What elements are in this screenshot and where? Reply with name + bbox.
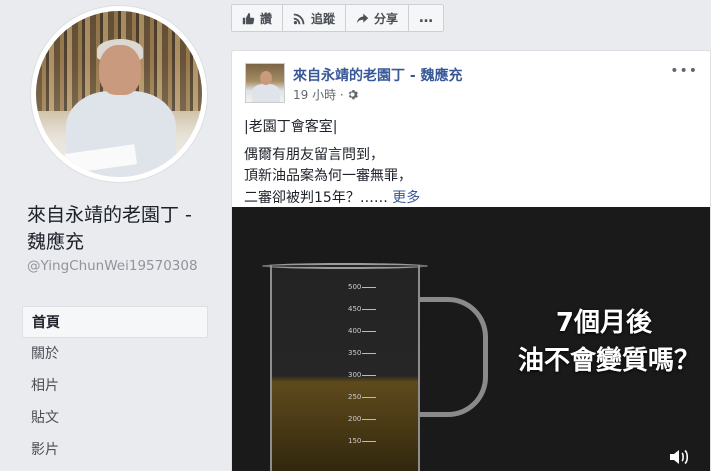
page-title[interactable]: 來自永靖的老園丁 - 魏應充 <box>27 202 212 256</box>
volume-icon[interactable] <box>668 447 690 467</box>
beaker-tick <box>362 441 376 442</box>
beaker-mark-label: 250 <box>348 393 362 401</box>
post-text-line: |老園丁會客室| <box>244 119 338 135</box>
post-text-line: 偶爾有朋友留言問到， <box>244 146 384 163</box>
beaker-tick <box>362 287 376 288</box>
beaker-mark-label: 350 <box>348 349 362 357</box>
avatar-head <box>99 45 141 95</box>
video-caption-line2: 油不會變質嗎？ <box>517 346 700 376</box>
beaker-tick <box>362 397 376 398</box>
share-arrow-icon <box>356 13 369 23</box>
post-author-name[interactable]: 來自永靖的老園丁 - 魏應充 <box>293 65 463 85</box>
beaker-mark-label: 200 <box>348 415 362 423</box>
left-sidebar: 來自永靖的老園丁 - 魏應充 @YingChunWei19570308 首頁 關… <box>0 0 219 471</box>
post-avatar-shirt <box>252 84 280 102</box>
follow-button[interactable]: 追蹤 <box>283 5 347 31</box>
nav-item-about[interactable]: 關於 <box>22 338 208 370</box>
beaker-tick <box>362 309 376 310</box>
beaker-tick <box>362 353 376 354</box>
profile-avatar-frame[interactable] <box>31 6 207 182</box>
post-card: 來自永靖的老園丁 - 魏應充 19 小時 · ••• |老園丁會客室| 偶爾有朋… <box>231 50 711 471</box>
beaker-tick <box>362 375 376 376</box>
nav-item-videos[interactable]: 影片 <box>22 434 208 466</box>
post-time-text: 19 小時 · <box>293 88 344 102</box>
profile-avatar[interactable] <box>36 11 202 177</box>
page-handle[interactable]: @YingChunWei19570308 <box>27 258 212 275</box>
beaker-mark-label: 500 <box>348 283 362 291</box>
beaker-mark-label: 450 <box>348 305 362 313</box>
post-text-line: 頂新油品案為何一審無罪， <box>244 168 412 184</box>
nav-item-photos[interactable]: 相片 <box>22 370 208 402</box>
beaker-tick <box>362 419 376 420</box>
post-author-avatar[interactable] <box>245 63 285 103</box>
beaker-mark-label: 150 <box>348 437 362 445</box>
more-button[interactable]: … <box>409 5 443 31</box>
beaker-rim <box>262 263 428 269</box>
page-nav: 首頁 關於 相片 貼文 影片 <box>22 306 208 466</box>
like-label: 讚 <box>260 11 273 26</box>
video-caption-line1: 7個月後 <box>555 308 652 338</box>
gear-icon <box>348 89 358 100</box>
follow-label: 追蹤 <box>311 11 336 26</box>
post-avatar-head <box>260 71 272 85</box>
post-options-button[interactable]: ••• <box>670 63 698 79</box>
nav-item-posts[interactable]: 貼文 <box>22 402 208 434</box>
beaker-mark-label: 400 <box>348 327 362 335</box>
beaker-mark-label: 300 <box>348 371 362 379</box>
beaker-handle <box>418 297 488 417</box>
like-button[interactable]: 讚 <box>232 5 284 31</box>
post-text-last: 二審卻被判15年？…… <box>244 189 388 206</box>
post-body: |老園丁會客室| 偶爾有朋友留言問到， 頂新油品案為何一審無罪， 二審卻被判15… <box>244 117 694 209</box>
rss-icon <box>293 13 305 24</box>
see-more-link[interactable]: 更多 <box>392 190 420 206</box>
post-text-line: 二審卻被判15年？…… 更多 <box>244 188 694 210</box>
ellipsis-icon: … <box>419 10 434 26</box>
nav-item-home[interactable]: 首頁 <box>22 306 208 338</box>
post-timestamp[interactable]: 19 小時 · <box>293 86 358 103</box>
share-label: 分享 <box>374 11 399 26</box>
page-action-bar: 讚 追蹤 分享 … <box>231 4 445 32</box>
beaker-tick <box>362 331 376 332</box>
post-video[interactable]: 500 450 400 350 300 250 200 150 7個月後 油不會… <box>232 207 710 471</box>
beaker <box>270 265 420 471</box>
thumbs-up-icon <box>242 12 255 24</box>
share-button[interactable]: 分享 <box>346 5 410 31</box>
